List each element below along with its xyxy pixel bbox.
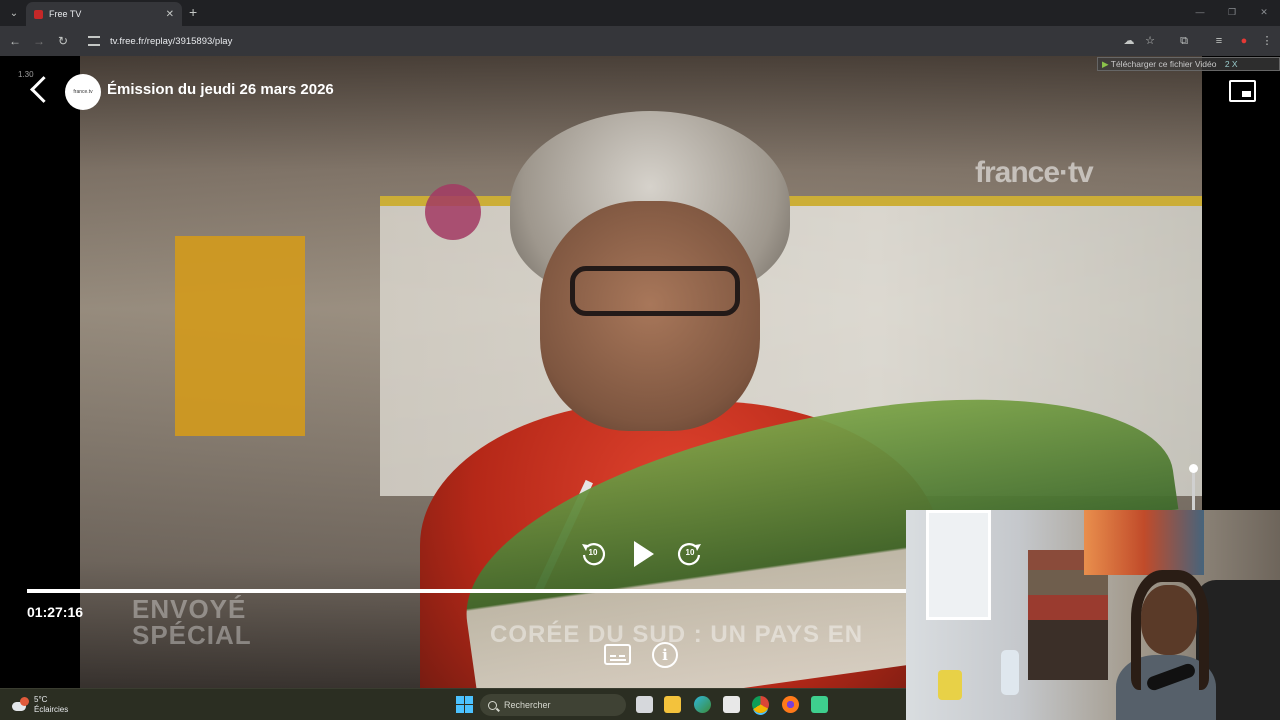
subtitles-icon[interactable] [604,644,631,665]
minimize-icon[interactable]: — [1184,0,1216,26]
firefox-icon[interactable] [782,696,799,713]
progress-fill [27,589,946,593]
bookmark-star-icon[interactable]: ☆ [1143,34,1157,48]
play-button[interactable] [629,539,659,569]
reload-icon[interactable]: ↻ [54,32,72,50]
window-controls: — ❐ ✕ [1184,0,1280,26]
store-icon[interactable] [723,696,740,713]
app-icon[interactable] [811,696,828,713]
yellow-poster [175,236,305,436]
tab-title: Free TV [49,9,82,19]
close-window-icon[interactable]: ✕ [1248,0,1280,26]
rewind-10-button[interactable]: 10 [578,539,608,569]
browser-toolbar: ← → ↻ tv.free.fr/replay/3915893/play ☁ ☆… [0,26,1280,56]
search-icon [488,700,497,710]
new-tab-icon[interactable]: + [189,4,197,20]
menu-icon[interactable]: ⋮ [1260,34,1274,48]
address-bar[interactable]: tv.free.fr/replay/3915893/play [80,29,1170,53]
wall-posters [1084,510,1204,575]
favicon [34,9,43,19]
media-control-icon[interactable]: ≡ [1212,34,1226,48]
download-video-button[interactable]: ▶ Télécharger ce fichier Vidéo 2 X [1097,57,1280,71]
browser-tab-bar: ⌄ Free TV ✕ + — ❐ ✕ [0,0,1280,26]
show-logo: ENVOYÉ SPÉCIAL [132,594,252,650]
back-icon[interactable]: ← [6,32,24,50]
start-icon[interactable] [456,696,473,713]
channel-logo: france.tv [65,74,101,110]
task-view-icon[interactable] [636,696,653,713]
taskbar-search[interactable]: Rechercher [480,694,626,716]
download-play-icon: ▶ [1102,59,1109,69]
file-explorer-icon[interactable] [664,696,681,713]
volume-slider[interactable] [1192,468,1195,516]
cast-icon[interactable]: ☁ [1122,34,1136,48]
burned-in-caption: CORÉE DU SUD : UN PAYS EN [490,621,864,648]
streamer [1111,570,1221,720]
windows-taskbar: 5°C Éclaircies Rechercher [0,688,906,720]
restore-icon[interactable]: ❐ [1216,0,1248,26]
chrome-icon[interactable] [752,696,769,713]
tab-search-icon[interactable]: ⌄ [6,5,22,21]
url-text: tv.free.fr/replay/3915893/play [110,35,233,47]
picture-in-picture-icon[interactable] [1229,80,1256,102]
forward-10-button[interactable]: 10 [675,539,705,569]
weather-widget[interactable]: 5°C Éclaircies [12,695,68,715]
webcam-overlay [906,510,1280,720]
tab-close-icon[interactable]: ✕ [166,9,174,20]
browser-tab[interactable]: Free TV ✕ [26,2,182,26]
channel-watermark: france·tv [975,156,1094,189]
edge-icon[interactable] [694,696,711,713]
forward-icon[interactable]: → [30,32,48,50]
temperature: 5°C [34,695,48,704]
episode-title: Émission du jeudi 26 mars 2026 [107,81,334,98]
weather-icon [12,697,30,713]
volume-knob[interactable] [1189,464,1198,473]
current-time: 01:27:16 [27,604,84,620]
back-arrow-icon[interactable] [28,76,54,106]
info-icon[interactable]: i [652,642,678,668]
site-info-icon[interactable] [88,36,100,46]
weather-description: Éclaircies [34,705,69,714]
extensions-icon[interactable]: ⧉ [1177,34,1191,48]
profile-icon[interactable]: ● [1237,34,1251,48]
